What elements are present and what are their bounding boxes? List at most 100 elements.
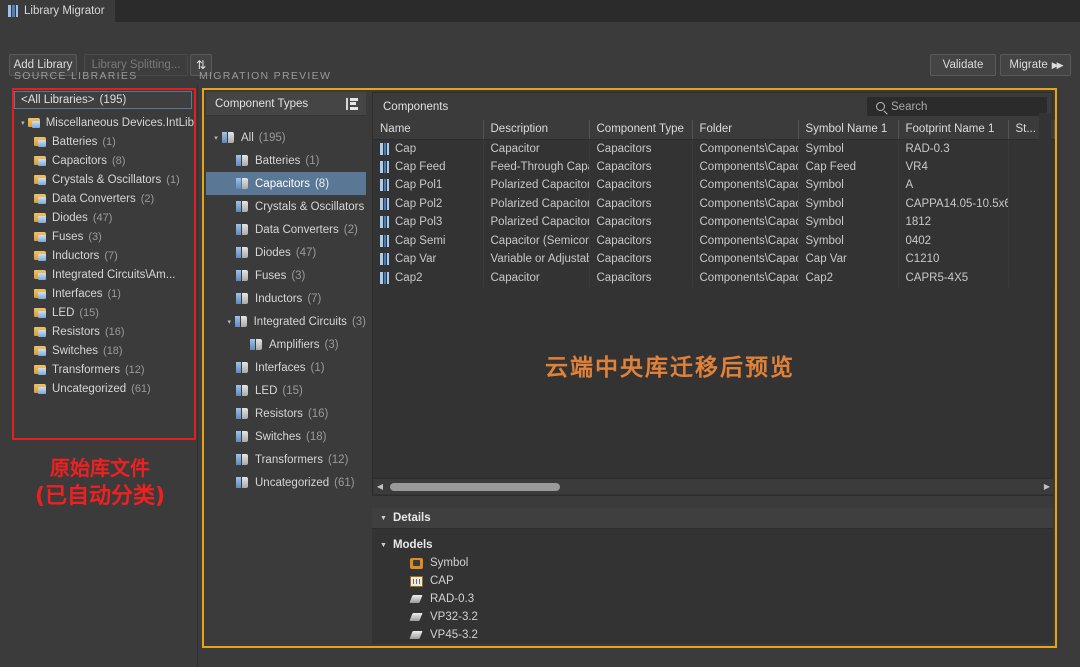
- column-header[interactable]: Symbol Name 1: [798, 120, 899, 140]
- simulation-icon: [410, 575, 423, 587]
- component-icon: [380, 179, 389, 192]
- model-item[interactable]: RAD-0.3: [380, 590, 1053, 608]
- scroll-left-icon[interactable]: ◀: [374, 482, 386, 491]
- component-type-node[interactable]: Batteries (1): [206, 149, 366, 172]
- source-library-item-count: (18): [103, 344, 123, 357]
- component-name-cell: Cap Feed: [373, 157, 484, 176]
- component-icon: [236, 361, 249, 374]
- model-item[interactable]: Symbol: [380, 554, 1053, 572]
- source-library-item[interactable]: Inductors (7): [14, 246, 194, 265]
- component-type-node[interactable]: Fuses (3): [206, 264, 366, 287]
- source-library-item[interactable]: Fuses (3): [14, 227, 194, 246]
- table-row[interactable]: Cap Pol1 Polarized Capacitor (...Capacito…: [373, 176, 1055, 195]
- model-item[interactable]: VP32-3.2: [380, 608, 1053, 626]
- table-row[interactable]: Cap CapacitorCapacitorsComponents\Capaci.…: [373, 139, 1055, 158]
- component-type-node[interactable]: LED (15): [206, 379, 366, 402]
- source-library-item[interactable]: Uncategorized (61): [14, 379, 194, 398]
- table-row[interactable]: Cap Pol3 Polarized Capacitor (...Capacito…: [373, 213, 1055, 232]
- library-folder-icon: [34, 307, 47, 318]
- component-type-node[interactable]: Interfaces (1): [206, 356, 366, 379]
- component-icon: [236, 407, 249, 420]
- cell-folder: Components\Capaci...: [692, 250, 799, 269]
- component-type-node[interactable]: Amplifiers (3): [206, 333, 366, 356]
- models-label: Models: [392, 539, 433, 551]
- cell-symbol: Symbol: [798, 194, 899, 213]
- source-library-item[interactable]: Data Converters (2): [14, 189, 194, 208]
- table-row[interactable]: Cap Feed Feed-Through Capa...CapacitorsCo…: [373, 157, 1055, 176]
- expander-icon[interactable]: ▾: [18, 119, 28, 127]
- source-tree-root[interactable]: ▾ Miscellaneous Devices.IntLib: [14, 113, 194, 132]
- details-header[interactable]: ▼ Details: [372, 508, 1053, 529]
- search-icon: [876, 102, 885, 111]
- component-type-count: (47): [295, 246, 317, 259]
- source-library-item-count: (8): [111, 154, 126, 167]
- column-header[interactable]: Component Type: [589, 120, 693, 140]
- all-libraries-row[interactable]: <All Libraries> (195): [14, 91, 192, 109]
- component-type-count: (195): [258, 131, 286, 144]
- component-type-node[interactable]: Data Converters (2): [206, 218, 366, 241]
- source-library-item[interactable]: Resistors (16): [14, 322, 194, 341]
- component-icon: [380, 271, 389, 284]
- scroll-right-icon[interactable]: ▶: [1041, 482, 1053, 491]
- library-migrator-window: Library Migrator Add Library Library Spl…: [0, 0, 1080, 667]
- component-type-node[interactable]: Inductors (7): [206, 287, 366, 310]
- model-item[interactable]: VP45-3.2: [380, 626, 1053, 644]
- cell-description: Polarized Capacitor (...: [483, 176, 590, 195]
- source-library-item[interactable]: LED (15): [14, 303, 194, 322]
- model-item[interactable]: CAP: [380, 572, 1053, 590]
- source-library-item[interactable]: Capacitors (8): [14, 151, 194, 170]
- component-type-node[interactable]: Diodes (47): [206, 241, 366, 264]
- source-library-item-label: Data Converters: [52, 192, 136, 205]
- source-library-item[interactable]: Interfaces (1): [14, 284, 194, 303]
- validate-button[interactable]: Validate: [930, 54, 996, 76]
- column-header[interactable]: Footprint Name 1: [898, 120, 1009, 140]
- search-placeholder: Search: [891, 100, 928, 113]
- source-library-item-count: (1): [107, 287, 121, 300]
- column-header[interactable]: Name: [373, 120, 484, 140]
- scroll-thumb[interactable]: [390, 482, 560, 491]
- component-type-node[interactable]: Crystals & Oscillators: [206, 195, 366, 218]
- column-header[interactable]: Description: [483, 120, 590, 140]
- source-library-item[interactable]: Transformers (12): [14, 360, 194, 379]
- component-name: Cap Feed: [395, 160, 446, 173]
- expander-icon[interactable]: ▾: [210, 134, 222, 142]
- source-library-item[interactable]: Switches (18): [14, 341, 194, 360]
- collapse-triangle-icon[interactable]: ▼: [380, 515, 387, 522]
- expander-icon[interactable]: ▾: [224, 318, 235, 326]
- component-type-node[interactable]: Switches (18): [206, 425, 366, 448]
- source-library-item[interactable]: Diodes (47): [14, 208, 194, 227]
- collapse-triangle-icon[interactable]: ▼: [380, 542, 387, 549]
- cell-type: Capacitors: [589, 268, 693, 287]
- cell-description: Capacitor: [483, 139, 590, 158]
- component-icon: [236, 430, 249, 443]
- source-library-item[interactable]: Integrated Circuits\Am...: [14, 265, 194, 284]
- models-group-header[interactable]: ▼ Models: [380, 539, 1053, 551]
- components-horizontal-scrollbar[interactable]: ◀ ▶: [374, 478, 1053, 494]
- scroll-track[interactable]: [386, 482, 1041, 492]
- component-type-node[interactable]: Resistors (16): [206, 402, 366, 425]
- component-type-node[interactable]: Uncategorized (61): [206, 471, 366, 494]
- tree-view-icon[interactable]: [346, 97, 358, 110]
- source-library-item-label: Switches: [52, 344, 99, 357]
- table-row[interactable]: Cap Pol2 Polarized Capacitor (...Capacito…: [373, 194, 1055, 213]
- model-label: CAP: [430, 575, 454, 587]
- component-type-label: Uncategorized: [255, 476, 330, 489]
- search-input[interactable]: Search: [867, 97, 1047, 116]
- source-library-item[interactable]: Crystals & Oscillators (1): [14, 170, 194, 189]
- component-name-cell: Cap Pol2: [373, 194, 484, 213]
- table-row[interactable]: Cap2 CapacitorCapacitorsComponents\Capaci…: [373, 268, 1055, 287]
- component-type-node[interactable]: ▾ All (195): [206, 126, 366, 149]
- component-type-node[interactable]: Transformers (12): [206, 448, 366, 471]
- source-library-item[interactable]: Batteries (1): [14, 132, 194, 151]
- model-label: VP45-3.2: [430, 629, 478, 641]
- details-body: ▼ Models Symbol CAP RAD-0.3 VP32-3.2 VP45-3.…: [372, 529, 1053, 644]
- table-row[interactable]: Cap Semi Capacitor (Semicond...Capacitors…: [373, 231, 1055, 250]
- migrate-button[interactable]: Migrate ▶▶: [1000, 54, 1071, 76]
- component-type-node[interactable]: ▾ Integrated Circuits (3): [206, 310, 366, 333]
- component-type-node[interactable]: Capacitors (8): [206, 172, 366, 195]
- table-row[interactable]: Cap Var Variable or Adjustab...Capacitors…: [373, 250, 1055, 269]
- components-vertical-scrollbar[interactable]: [1039, 113, 1051, 477]
- component-name-cell: Cap2: [373, 268, 484, 287]
- tab-library-migrator[interactable]: Library Migrator: [0, 0, 115, 22]
- column-header[interactable]: Folder: [692, 120, 799, 140]
